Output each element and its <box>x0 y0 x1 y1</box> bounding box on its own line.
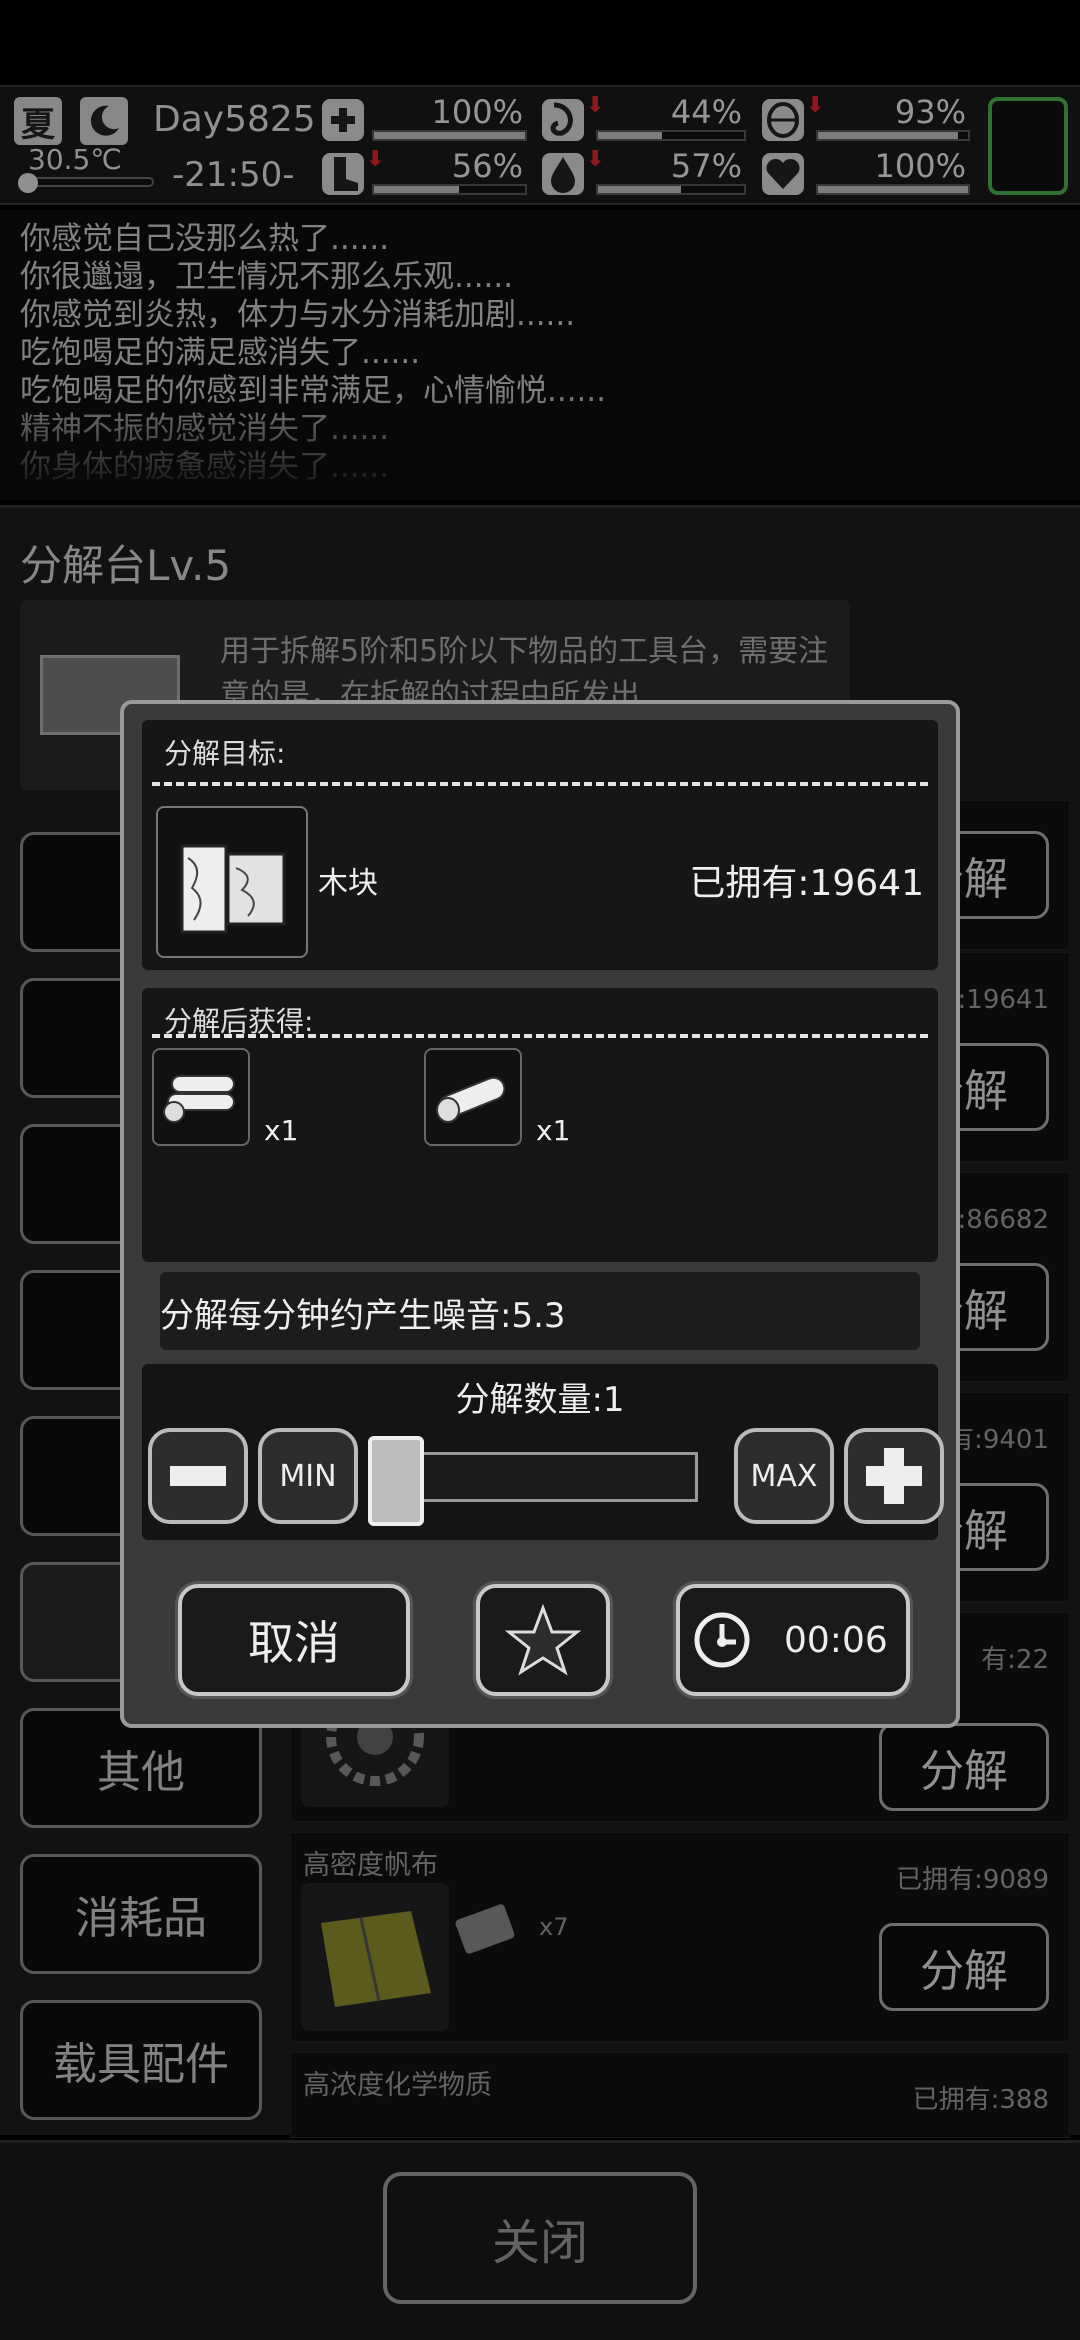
button-label: MAX <box>750 1458 818 1494</box>
section-title: 分解目标: <box>164 737 286 770</box>
wood-block-icon <box>156 806 308 958</box>
noise-box: 分解每分钟约产生噪音:5.3 <box>160 1272 920 1350</box>
increase-button[interactable] <box>844 1428 944 1524</box>
button-label: MIN <box>279 1458 337 1494</box>
noise-text: 分解每分钟约产生噪音:5.3 <box>160 1296 566 1336</box>
clock-icon <box>694 1612 750 1668</box>
log-icon <box>424 1048 522 1146</box>
slider-track <box>388 1452 698 1502</box>
slider-thumb[interactable] <box>368 1436 424 1526</box>
min-button[interactable]: MIN <box>258 1428 358 1524</box>
quantity-section: 分解数量:1 MIN MAX <box>142 1364 944 1540</box>
result-section: 分解后获得: x1 x1 <box>142 988 938 1262</box>
start-decompose-button[interactable]: 00:06 <box>676 1584 910 1696</box>
app-root: 夏 30.5℃ Day5825 -21:50- 100% ⬇ 44% ⬇ 93%… <box>0 0 1080 2340</box>
favorite-button[interactable] <box>476 1584 610 1696</box>
target-owned: 已拥有:19641 <box>689 863 924 904</box>
button-label: 取消 <box>248 1616 340 1670</box>
decrease-button[interactable] <box>148 1428 248 1524</box>
star-icon <box>505 1604 581 1676</box>
quantity-slider[interactable] <box>368 1436 698 1526</box>
divider <box>152 782 928 786</box>
result-qty: x1 <box>264 1114 299 1147</box>
timer-label: 00:06 <box>784 1620 888 1661</box>
divider <box>152 1034 928 1038</box>
target-section: 分解目标: 木块 已拥有:19641 <box>142 720 938 970</box>
decompose-dialog: 分解目标: 木块 已拥有:19641 分解后获得: x1 x1 分解每分钟约产生… <box>120 700 960 1728</box>
max-button[interactable]: MAX <box>734 1428 834 1524</box>
logs-icon <box>152 1048 250 1146</box>
result-qty: x1 <box>536 1114 571 1147</box>
cancel-button[interactable]: 取消 <box>178 1584 410 1696</box>
quantity-label: 分解数量:1 <box>455 1380 625 1420</box>
target-name: 木块 <box>318 866 378 901</box>
